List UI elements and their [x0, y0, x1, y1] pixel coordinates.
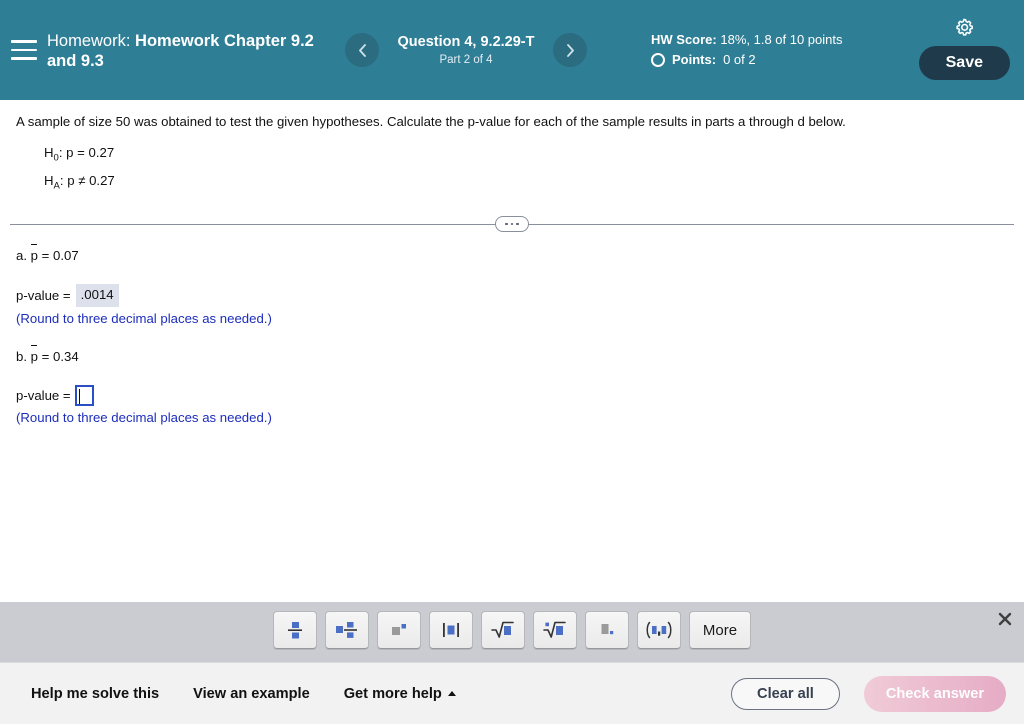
hypothesis-symbol: H: [44, 172, 54, 188]
chevron-right-icon: [566, 43, 574, 57]
chevron-left-icon: [358, 43, 366, 57]
bottom-right-actions: Clear all Check answer: [731, 675, 1006, 712]
question-part: Part 2 of 4: [439, 53, 493, 66]
dot: [505, 222, 508, 226]
close-x-glyph: [998, 612, 1012, 626]
dot: [516, 222, 519, 226]
math-toolbar-buttons: More: [0, 611, 1024, 649]
ellipsis-collapse-icon[interactable]: [495, 216, 529, 232]
points-status-circle-icon: [651, 53, 665, 67]
part-b-answer-label: p-value =: [16, 387, 71, 403]
points-value: 0 of 2: [723, 52, 756, 67]
fraction-icon: [288, 622, 302, 639]
decimal-point-icon: [601, 624, 614, 635]
app-header: Homework: Homework Chapter 9.2 and 9.3 Q…: [0, 0, 1024, 100]
part-a-answer-input[interactable]: .0014: [75, 284, 119, 307]
part-b-answer-row: p-value =: [16, 385, 616, 406]
dot: [510, 222, 514, 226]
part-a-answer-label: p-value =: [16, 287, 71, 303]
clear-all-button[interactable]: Clear all: [731, 677, 840, 710]
question-prompt: A sample of size 50 was obtained to test…: [16, 114, 846, 129]
get-more-help-button[interactable]: Get more help: [344, 686, 456, 702]
part-b-suffix: = 0.34: [38, 349, 79, 364]
nth-root-icon: [543, 621, 566, 638]
hamburger-line: [11, 57, 37, 60]
question-info: Question 4, 9.2.29-T Part 2 of 4: [379, 33, 553, 68]
save-button[interactable]: Save: [918, 46, 1010, 80]
gear-icon: [956, 18, 974, 36]
hypothesis-body: : p = 0.27: [58, 145, 115, 160]
part-b-rounding-note: (Round to three decimal places as needed…: [16, 410, 272, 425]
section-divider: [10, 216, 1014, 232]
question-number: Question 4, 9.2.29-T: [397, 33, 535, 50]
header-right-controls: Save: [918, 16, 1010, 80]
settings-button[interactable]: [952, 16, 976, 40]
points-line: Points: 0 of 2: [651, 51, 861, 69]
mixed-number-icon: [336, 622, 357, 638]
square-root-icon: [491, 621, 514, 638]
hypothesis-null: H0: p = 0.27: [44, 142, 115, 170]
part-a-suffix: = 0.07: [38, 248, 79, 263]
part-a-prefix: a.: [16, 248, 31, 263]
part-a-statement: a. p = 0.07: [16, 244, 616, 266]
square-root-button[interactable]: [481, 611, 525, 649]
part-a-answer-row: p-value = .0014: [16, 284, 616, 307]
hw-score-line: HW Score: 18%, 1.8 of 10 points: [651, 31, 861, 49]
hypothesis-body: : p ≠ 0.27: [59, 172, 115, 188]
p-hat-symbol: p: [30, 244, 38, 266]
bottom-action-bar: Help me solve this View an example Get m…: [0, 662, 1024, 724]
score-summary: HW Score: 18%, 1.8 of 10 points Points: …: [651, 31, 861, 69]
hypothesis-symbol: H: [44, 145, 54, 160]
answer-parts: a. p = 0.07 p-value = .0014 (Round to th…: [16, 244, 616, 446]
p-hat-symbol: p: [30, 345, 38, 367]
close-icon[interactable]: [995, 609, 1015, 629]
exponent-button[interactable]: [377, 611, 421, 649]
caret-up-icon: [447, 691, 456, 696]
math-symbol-toolbar: More: [0, 602, 1024, 662]
homework-title: Homework: Homework Chapter 9.2 and 9.3: [47, 30, 337, 71]
fraction-button[interactable]: [273, 611, 317, 649]
hw-score-value: 18%, 1.8 of 10 points: [720, 32, 843, 47]
absolute-value-button[interactable]: [429, 611, 473, 649]
help-me-solve-this-button[interactable]: Help me solve this: [31, 686, 159, 702]
nth-root-button[interactable]: [533, 611, 577, 649]
previous-question-button[interactable]: [345, 33, 379, 67]
interval-notation-button[interactable]: [637, 611, 681, 649]
mixed-number-button[interactable]: [325, 611, 369, 649]
points-label: Points:: [672, 52, 717, 67]
decimal-point-button[interactable]: [585, 611, 629, 649]
part-b-answer-input[interactable]: [74, 385, 94, 406]
hypotheses-block: H0: p = 0.27 HA: p ≠ 0.27: [44, 142, 115, 197]
homework-title-label: Homework:: [47, 31, 131, 50]
homework-app-window: Homework: Homework Chapter 9.2 and 9.3 Q…: [0, 0, 1024, 724]
hw-score-label: HW Score:: [651, 32, 717, 47]
view-an-example-button[interactable]: View an example: [193, 686, 310, 702]
check-answer-button[interactable]: Check answer: [863, 675, 1006, 712]
hamburger-menu-icon[interactable]: [11, 40, 37, 60]
part-a-rounding-note: (Round to three decimal places as needed…: [16, 311, 272, 326]
help-links-group: Help me solve this View an example Get m…: [31, 686, 456, 702]
part-b-statement: b. p = 0.34: [16, 345, 616, 367]
interval-notation-icon: [646, 621, 672, 639]
exponent-icon: [392, 624, 406, 635]
question-content: A sample of size 50 was obtained to test…: [0, 100, 1024, 602]
hamburger-line: [11, 48, 37, 52]
next-question-button[interactable]: [553, 33, 587, 67]
question-navigator: Question 4, 9.2.29-T Part 2 of 4: [345, 33, 587, 68]
hypothesis-alternative: HA: p ≠ 0.27: [44, 170, 115, 198]
get-more-help-label: Get more help: [343, 685, 442, 702]
more-symbols-button[interactable]: More: [689, 611, 751, 649]
absolute-value-icon: [443, 623, 459, 637]
part-b-prefix: b.: [16, 349, 31, 364]
hamburger-line: [11, 40, 37, 43]
